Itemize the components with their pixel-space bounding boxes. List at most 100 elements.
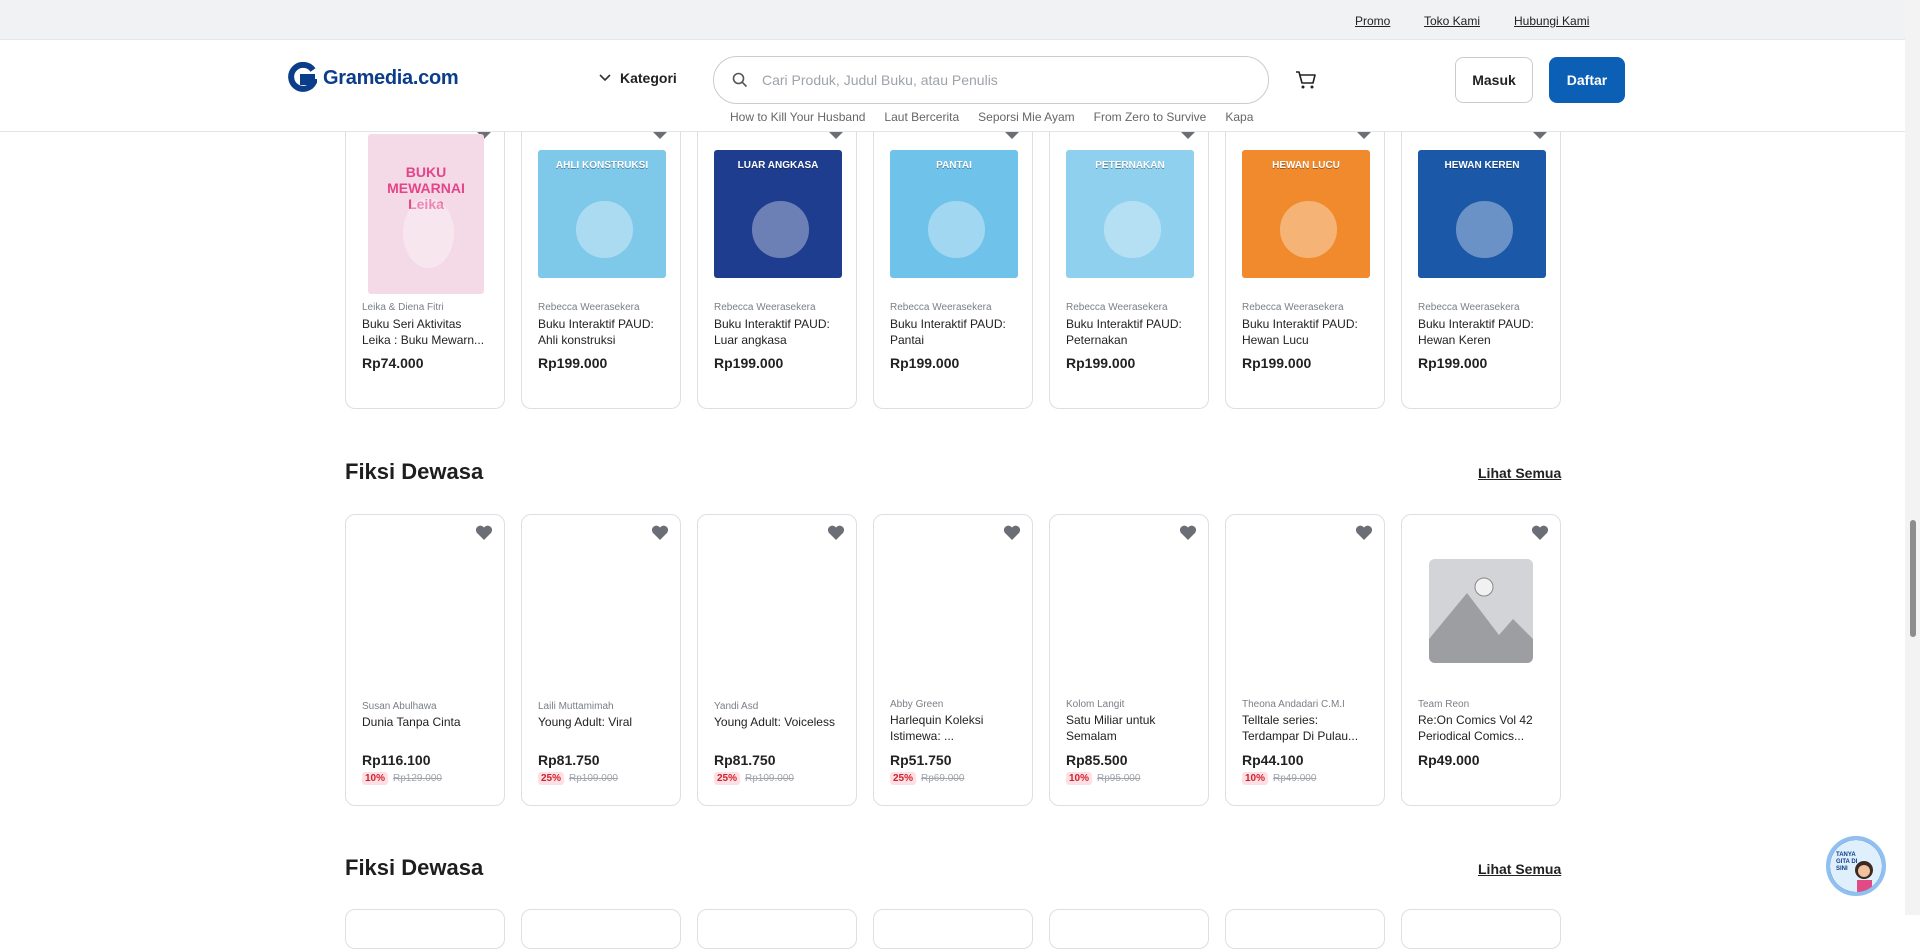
product-card[interactable]: Kolom Langit Satu Miliar untuk Semalam Rp8… xyxy=(1049,514,1209,806)
cover-title: LUAR ANGKASA xyxy=(737,160,819,171)
product-card[interactable] xyxy=(345,909,505,949)
product-card[interactable] xyxy=(521,909,681,949)
mountain-placeholder-icon xyxy=(1429,559,1533,663)
product-title[interactable]: Young Adult: Voiceless xyxy=(714,714,842,730)
see-all-link[interactable]: Lihat Semua xyxy=(1478,465,1561,481)
cover-shape xyxy=(1456,201,1513,258)
product-card[interactable]: Yandi Asd Young Adult: Voiceless Rp81.750 2… xyxy=(697,514,857,806)
kategori-dropdown[interactable]: Kategori xyxy=(598,70,677,86)
product-title[interactable]: Buku Interaktif PAUD: Peternakan xyxy=(1066,316,1194,348)
book-cover-placeholder-image[interactable] xyxy=(1429,559,1533,663)
product-card[interactable]: HEWAN LUCU Rebecca Weerasekera Buku Intera… xyxy=(1225,117,1385,409)
product-title[interactable]: Harlequin Koleksi Istimewa: ... xyxy=(890,712,1018,744)
search-suggestions: How to Kill Your Husband Laut Bercerita … xyxy=(730,110,1253,124)
product-card[interactable]: PANTAI Rebecca Weerasekera Buku Interaktif… xyxy=(873,117,1033,409)
cover-title: PETERNAKAN xyxy=(1095,160,1165,171)
product-card[interactable] xyxy=(697,909,857,949)
book-cover-image[interactable]: PANTAI xyxy=(890,150,1018,278)
search-bar[interactable] xyxy=(713,56,1269,104)
product-title[interactable]: Satu Miliar untuk Semalam xyxy=(1066,712,1194,744)
product-title[interactable]: Young Adult: Viral xyxy=(538,714,666,730)
suggestion-item[interactable]: Kapa xyxy=(1225,110,1253,124)
product-author: Yandi Asd xyxy=(714,701,759,712)
product-card[interactable]: HEWAN KEREN Rebecca Weerasekera Buku Inter… xyxy=(1401,117,1561,409)
product-card[interactable]: Team Reon Re:On Comics Vol 42 Periodical … xyxy=(1401,514,1561,806)
original-price: Rp49.000 xyxy=(1273,773,1317,784)
suggestion-item[interactable]: How to Kill Your Husband xyxy=(730,110,865,124)
book-cover-image[interactable]: HEWAN KEREN xyxy=(1418,150,1546,278)
cart-icon[interactable] xyxy=(1295,70,1317,90)
product-title[interactable]: Re:On Comics Vol 42 Periodical Comics... xyxy=(1418,712,1546,744)
product-price: Rp199.000 xyxy=(1242,355,1312,371)
product-price: Rp81.750 xyxy=(714,752,776,768)
product-card[interactable] xyxy=(873,909,1033,949)
product-card[interactable]: Abby Green Harlequin Koleksi Istimewa: ..… xyxy=(873,514,1033,806)
cover-shape xyxy=(402,198,454,269)
suggestion-item[interactable]: Laut Bercerita xyxy=(884,110,959,124)
cover-shape xyxy=(928,201,985,258)
product-price: Rp199.000 xyxy=(1066,355,1136,371)
scrollbar-thumb[interactable] xyxy=(1910,520,1916,637)
search-input[interactable] xyxy=(762,72,1232,88)
product-author: Rebecca Weerasekera xyxy=(1066,302,1168,313)
product-card[interactable]: BUKU MEWARNAI Leika Leika & Diena Fitri Bu… xyxy=(345,117,505,409)
cover-shape xyxy=(752,201,809,258)
product-card[interactable]: Theona Andadari C.M.I Telltale series: Te… xyxy=(1225,514,1385,806)
wishlist-heart-icon[interactable] xyxy=(650,523,670,543)
wishlist-heart-icon[interactable] xyxy=(474,523,494,543)
product-card[interactable] xyxy=(1049,909,1209,949)
product-author: Rebecca Weerasekera xyxy=(1242,302,1344,313)
product-title[interactable]: Telltale series: Terdampar Di Pulau... xyxy=(1242,712,1370,744)
see-all-link[interactable]: Lihat Semua xyxy=(1478,861,1561,877)
product-price: Rp51.750 xyxy=(890,752,952,768)
product-author: Theona Andadari C.M.I xyxy=(1242,699,1345,710)
suggestion-item[interactable]: From Zero to Survive xyxy=(1094,110,1207,124)
product-title[interactable]: Buku Interaktif PAUD: Hewan Lucu xyxy=(1242,316,1370,348)
wishlist-heart-icon[interactable] xyxy=(826,523,846,543)
chat-label: TANYA GITA DI SINI xyxy=(1836,852,1858,872)
page-scrollbar[interactable] xyxy=(1905,0,1920,915)
product-title[interactable]: Dunia Tanpa Cinta xyxy=(362,714,490,730)
cover-title: AHLI KONSTRUKSI xyxy=(555,160,649,171)
wishlist-heart-icon[interactable] xyxy=(1530,523,1550,543)
product-card[interactable]: Laili Muttamimah Young Adult: Viral Rp81.7… xyxy=(521,514,681,806)
suggestion-item[interactable]: Seporsi Mie Ayam xyxy=(978,110,1075,124)
toko-kami-link[interactable]: Toko Kami xyxy=(1424,14,1480,28)
book-cover-image[interactable]: PETERNAKAN xyxy=(1066,150,1194,278)
original-price: Rp69.000 xyxy=(921,773,965,784)
chat-assistant-button[interactable]: TANYA GITA DI SINI xyxy=(1826,836,1886,896)
product-card[interactable] xyxy=(1225,909,1385,949)
product-card[interactable] xyxy=(1401,909,1561,949)
product-card[interactable]: PETERNAKAN Rebecca Weerasekera Buku Intera… xyxy=(1049,117,1209,409)
book-cover-image[interactable]: AHLI KONSTRUKSI xyxy=(538,150,666,278)
top-utility-bar: Promo Toko Kami Hubungi Kami xyxy=(0,0,1905,40)
book-cover-image[interactable]: BUKU MEWARNAI Leika xyxy=(368,134,484,294)
wishlist-heart-icon[interactable] xyxy=(1354,523,1374,543)
brand-logo[interactable]: Gramedia.com xyxy=(287,62,459,94)
product-card[interactable]: Susan Abulhawa Dunia Tanpa Cinta Rp116.100… xyxy=(345,514,505,806)
section-title: Fiksi Dewasa xyxy=(345,459,484,484)
discount-info: 10% Rp95.000 xyxy=(1066,772,1140,785)
discount-badge: 25% xyxy=(714,772,741,785)
login-button[interactable]: Masuk xyxy=(1455,57,1533,103)
book-cover-image[interactable]: LUAR ANGKASA xyxy=(714,150,842,278)
product-title[interactable]: Buku Interaktif PAUD: Luar angkasa xyxy=(714,316,842,348)
hubungi-kami-link[interactable]: Hubungi Kami xyxy=(1514,14,1589,28)
cover-title: PANTAI xyxy=(936,160,972,171)
wishlist-heart-icon[interactable] xyxy=(1178,523,1198,543)
section-title: Fiksi Dewasa xyxy=(345,855,484,880)
product-title[interactable]: Buku Interaktif PAUD: Ahli konstruksi xyxy=(538,316,666,348)
discount-badge: 10% xyxy=(1242,772,1269,785)
brand-name: Gramedia.com xyxy=(323,66,459,89)
product-title[interactable]: Buku Seri Aktivitas Leika : Buku Mewarn.… xyxy=(362,316,490,348)
product-title[interactable]: Buku Interaktif PAUD: Pantai xyxy=(890,316,1018,348)
discount-badge: 10% xyxy=(362,772,389,785)
product-card[interactable]: LUAR ANGKASA Rebecca Weerasekera Buku Inte… xyxy=(697,117,857,409)
product-title[interactable]: Buku Interaktif PAUD: Hewan Keren xyxy=(1418,316,1546,348)
product-author: Rebecca Weerasekera xyxy=(538,302,640,313)
wishlist-heart-icon[interactable] xyxy=(1002,523,1022,543)
register-button[interactable]: Daftar xyxy=(1549,57,1625,103)
book-cover-image[interactable]: HEWAN LUCU xyxy=(1242,150,1370,278)
promo-link[interactable]: Promo xyxy=(1355,14,1390,28)
product-card[interactable]: AHLI KONSTRUKSI Rebecca Weerasekera Buku I… xyxy=(521,117,681,409)
